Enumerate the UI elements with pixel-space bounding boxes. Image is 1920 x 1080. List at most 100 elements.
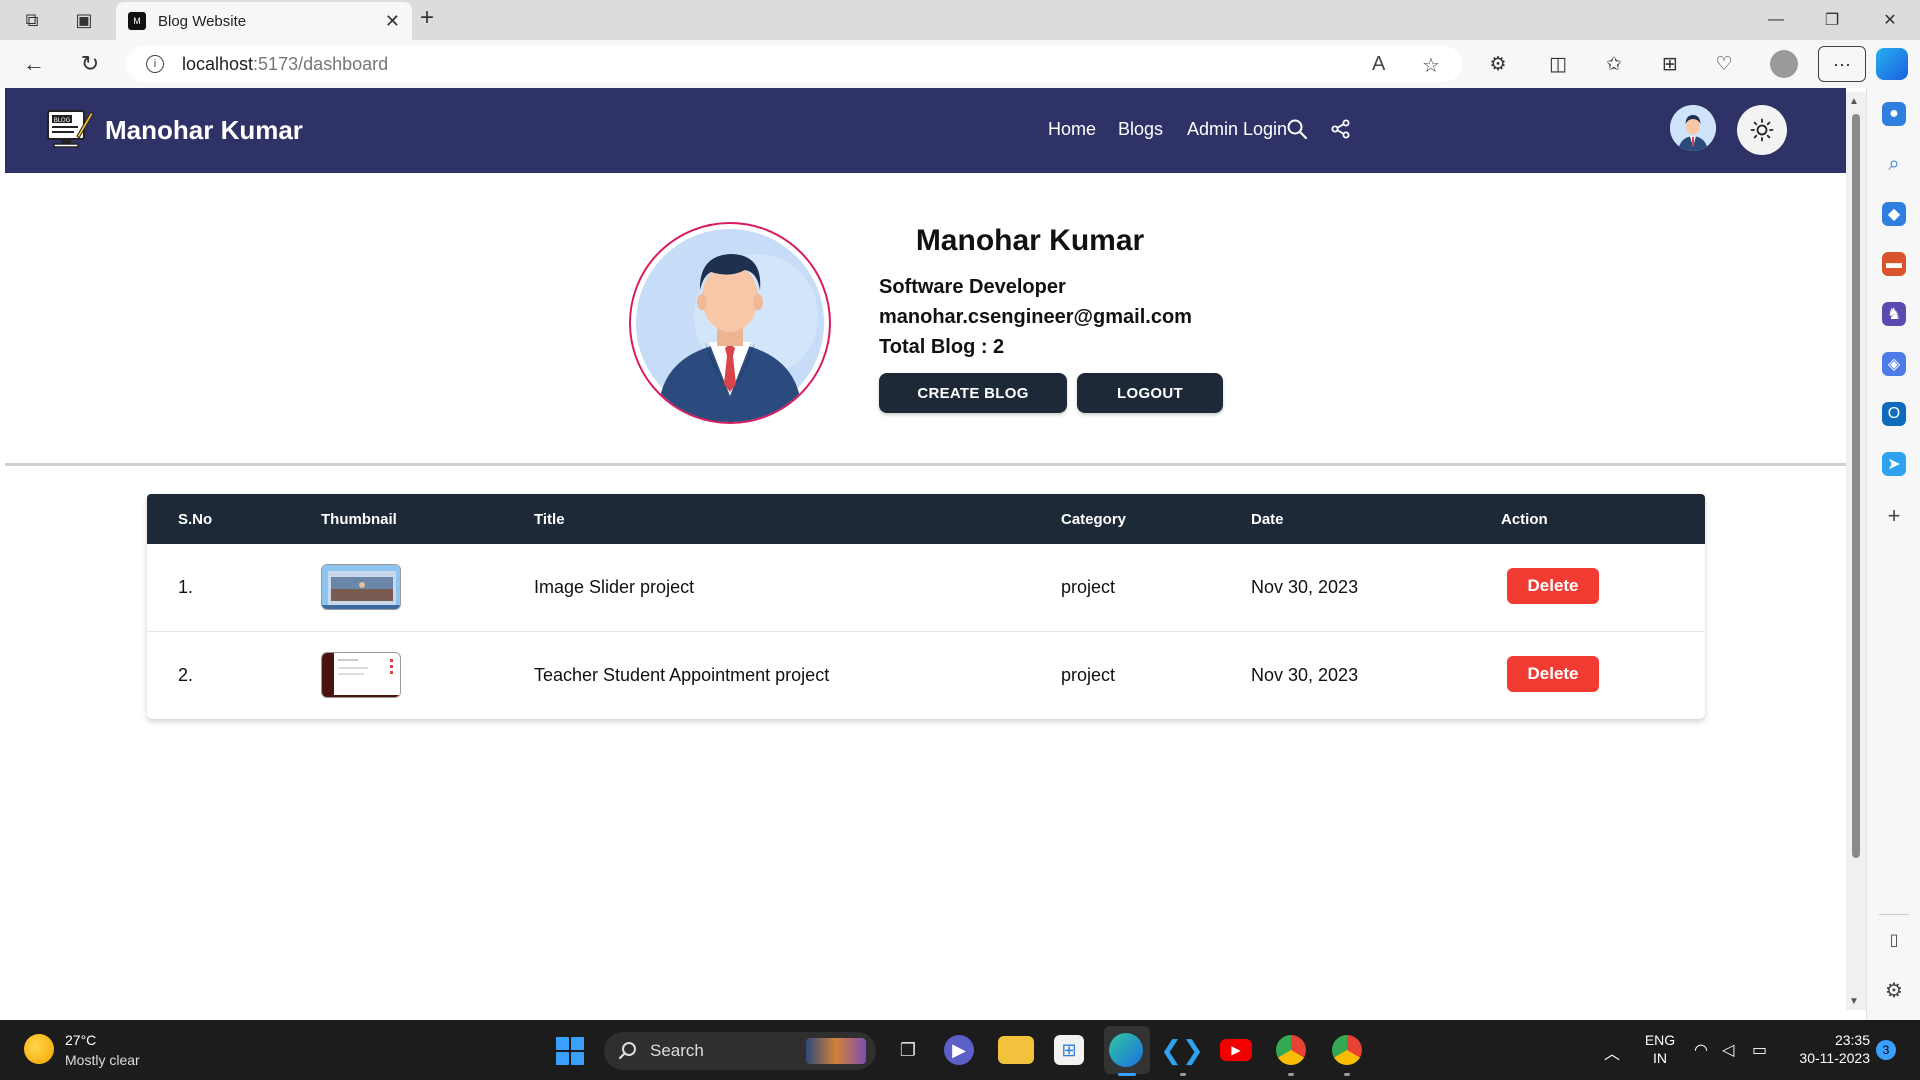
favorite-star-icon[interactable]: ☆ [1422, 53, 1440, 78]
share-icon[interactable] [1328, 116, 1354, 142]
sidebar-search-icon[interactable]: ⌕ [1882, 152, 1906, 176]
battery-icon[interactable]: ▭ [1752, 1040, 1767, 1060]
wifi-icon[interactable]: ◠ [1694, 1040, 1708, 1060]
taskbar-search-label: Search [650, 1041, 704, 1060]
add-sidebar-icon[interactable]: + [1882, 503, 1906, 528]
region-code: IN [1653, 1050, 1667, 1066]
task-view-icon[interactable]: ❐ [890, 1032, 926, 1068]
language-indicator[interactable]: ENG IN [1640, 1032, 1680, 1066]
notifications-icon[interactable]: ● [1882, 102, 1906, 126]
scroll-down-icon[interactable]: ▼ [1849, 996, 1859, 1007]
taskbar-search-icon [618, 1042, 636, 1060]
copilot-icon[interactable] [1876, 48, 1908, 80]
file-explorer-icon[interactable] [998, 1036, 1034, 1064]
profile-total-blog: Total Blog : 2 [879, 336, 1005, 358]
hide-sidebar-icon[interactable]: ▯ [1882, 928, 1906, 952]
delete-button[interactable]: Delete [1507, 656, 1599, 692]
favicon-icon: M [128, 12, 146, 30]
games-icon[interactable]: ♞ [1882, 302, 1906, 326]
tools-icon[interactable]: ▬ [1882, 252, 1906, 276]
sidebar-divider [1879, 914, 1909, 915]
create-blog-button[interactable]: CREATE BLOG [879, 373, 1067, 413]
scroll-up-icon[interactable]: ▲ [1849, 96, 1859, 107]
row-category: project [1061, 665, 1116, 685]
drop-icon[interactable]: ➤ [1882, 452, 1906, 476]
windows-taskbar: 27°C Mostly clear Search ❐ ▶ ⊞ ❮❯ ▶ ︿ EN… [0, 1020, 1920, 1080]
nav-blogs-link[interactable]: Blogs [1118, 119, 1163, 140]
minimize-icon[interactable]: — [1748, 0, 1804, 40]
header-thumbnail: Thumbnail [321, 511, 397, 528]
youtube-icon[interactable]: ▶ [1220, 1039, 1252, 1061]
outlook-icon[interactable]: O [1882, 402, 1906, 426]
chrome-profile-running-dot [1344, 1073, 1350, 1076]
profile-name: Manohar Kumar [915, 224, 1145, 257]
back-icon[interactable]: ← [12, 40, 56, 88]
show-hidden-icons[interactable]: ︿ [1604, 1040, 1620, 1064]
collections-icon[interactable]: ⊞ [1652, 46, 1688, 82]
header-category: Category [1061, 511, 1127, 528]
blog-table: S.No Thumbnail Title Category Date Actio… [147, 494, 1705, 719]
microsoft365-icon[interactable]: ◈ [1882, 352, 1906, 376]
blog-logo-icon[interactable]: BLOG [45, 106, 93, 152]
start-icon[interactable] [556, 1037, 584, 1065]
delete-button[interactable]: Delete [1507, 568, 1599, 604]
search-icon[interactable] [1284, 116, 1310, 142]
chrome-running-dot [1288, 1073, 1294, 1076]
blog-thumbnail[interactable] [321, 652, 401, 698]
workspaces-icon[interactable]: ⧉ [12, 0, 52, 40]
language-code: ENG [1644, 1032, 1676, 1048]
logout-button[interactable]: LOGOUT [1077, 373, 1223, 413]
shopping-icon[interactable]: ◆ [1882, 202, 1906, 226]
store-icon[interactable]: ⊞ [1054, 1035, 1084, 1065]
weather-temperature[interactable]: 27°C [65, 1032, 96, 1048]
brand-name[interactable]: Manohar Kumar [105, 115, 303, 146]
user-avatar[interactable] [1670, 105, 1716, 151]
blog-thumbnail[interactable] [321, 564, 401, 610]
url-field[interactable]: i localhost:5173/dashboard A ☆ [126, 46, 1462, 82]
extensions-icon[interactable]: ⚙ [1480, 46, 1516, 82]
row-date: Nov 30, 2023 [1251, 665, 1359, 685]
teams-icon[interactable]: ▶ [944, 1035, 974, 1065]
split-screen-icon[interactable]: ◫ [1540, 46, 1576, 82]
profile-icon[interactable] [1770, 50, 1798, 78]
sun-icon [1750, 118, 1774, 142]
new-tab-icon[interactable]: + [420, 4, 434, 32]
header-date: Date [1251, 511, 1284, 528]
close-window-icon[interactable]: ✕ [1862, 0, 1918, 40]
table-header: S.No Thumbnail Title Category Date Actio… [147, 494, 1705, 544]
read-aloud-icon[interactable]: A [1372, 53, 1385, 76]
notification-badge[interactable]: 3 [1876, 1040, 1896, 1060]
favorites-icon[interactable]: ✩ [1596, 46, 1632, 82]
nav-admin-login-link[interactable]: Admin Login [1187, 119, 1287, 140]
url-host: localhost [182, 53, 254, 74]
profile-role: Software Developer [879, 276, 1066, 298]
chrome-icon[interactable] [1276, 1035, 1306, 1065]
taskbar-search[interactable]: Search [604, 1032, 876, 1070]
tab-blog-website[interactable]: M Blog Website ✕ [116, 2, 412, 40]
reload-icon[interactable]: ↻ [68, 40, 112, 88]
maximize-icon[interactable]: ❐ [1804, 0, 1860, 40]
vscode-icon[interactable]: ❮❯ [1160, 1032, 1204, 1068]
theme-toggle-button[interactable] [1737, 105, 1787, 155]
sidebar-settings-icon[interactable]: ⚙ [1882, 978, 1906, 1002]
tab-title: Blog Website [158, 12, 247, 30]
search-highlight-image [806, 1038, 866, 1064]
url-path: :5173/dashboard [253, 53, 389, 74]
volume-icon[interactable]: ◁ [1722, 1040, 1734, 1060]
edge-icon[interactable] [1109, 1033, 1143, 1067]
clock[interactable]: 23:35 30-11-2023 [1790, 1032, 1870, 1066]
tab-actions-icon[interactable]: ▣ [64, 0, 104, 40]
site-info-icon[interactable]: i [146, 55, 164, 73]
chrome-profile-icon[interactable] [1332, 1035, 1362, 1065]
clock-time: 23:35 [1834, 1032, 1870, 1048]
nav-home-link[interactable]: Home [1048, 119, 1096, 140]
weather-description[interactable]: Mostly clear [65, 1052, 140, 1068]
settings-menu-icon[interactable]: ··· [1818, 46, 1866, 82]
weather-icon[interactable] [24, 1034, 54, 1064]
close-tab-icon[interactable]: ✕ [385, 11, 400, 32]
scrollbar-thumb[interactable] [1852, 114, 1860, 858]
header-title: Title [534, 511, 565, 528]
browser-essentials-icon[interactable]: ♡ [1706, 46, 1742, 82]
row-title: Teacher Student Appointment project [534, 665, 830, 685]
profile-email: manohar.csengineer@gmail.com [879, 306, 1192, 328]
